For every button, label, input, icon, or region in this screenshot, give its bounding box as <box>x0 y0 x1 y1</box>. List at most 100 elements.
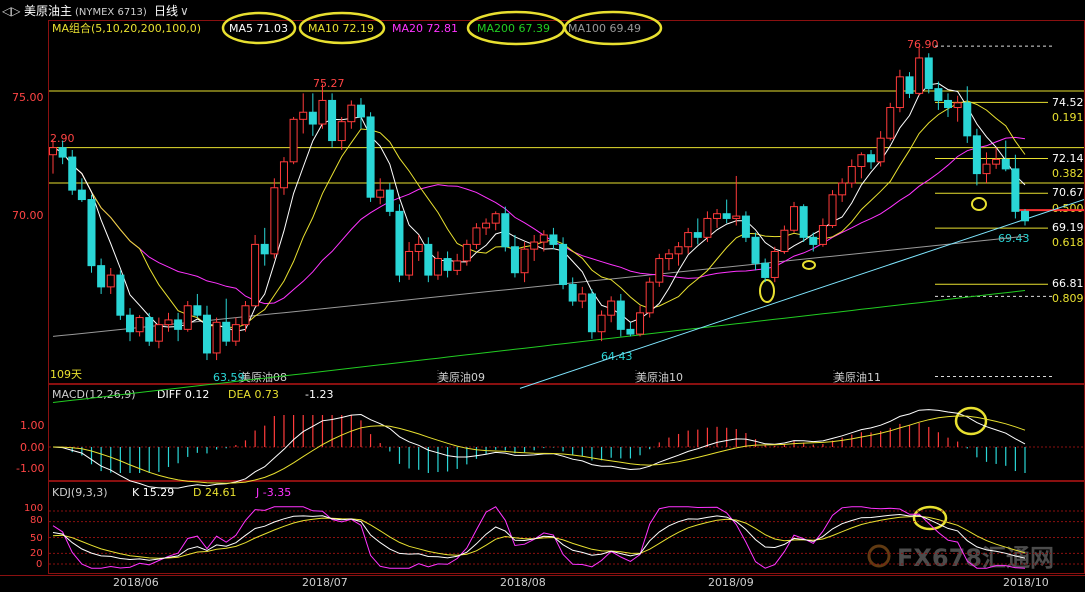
kdj-d-value: D 24.61 <box>193 486 236 499</box>
month-marker-10: 美原油10 <box>636 370 683 384</box>
candle-body <box>703 217 712 238</box>
kdj-title[interactable]: KDJ(9,3,3) <box>52 486 108 499</box>
kdj-panel: KDJ(9,3,3) K 15.29 D 24.61 J -3.35 100 8… <box>24 486 948 570</box>
candle-body <box>1021 210 1029 222</box>
candle-body <box>847 166 856 184</box>
candle-body <box>164 319 173 326</box>
candle-body <box>597 314 606 333</box>
candle-body <box>559 243 568 286</box>
candle-body <box>934 88 943 101</box>
macd-dea-value: DEA 0.73 <box>228 388 279 401</box>
annotation-75-27: 75.27 <box>313 77 345 90</box>
candle-body <box>876 137 885 163</box>
candle-body <box>433 258 442 276</box>
candle-body <box>924 57 933 90</box>
back-nav-icon[interactable]: ◁▷ <box>1 4 21 18</box>
x-tick-1: 2018/07 <box>302 576 348 589</box>
candle-body <box>732 215 741 219</box>
candle-body <box>308 111 317 125</box>
candle-body <box>49 147 57 156</box>
candle-body <box>693 232 702 238</box>
fib-price-4: 69.19 <box>1052 221 1084 234</box>
ma100-label: MA100 69.49 <box>568 22 641 35</box>
candle-body <box>453 260 462 271</box>
macd-macd-value: -1.23 <box>305 388 333 401</box>
candle-body <box>607 300 616 316</box>
candle-body <box>97 265 106 288</box>
kdj-tick-50: 50 <box>30 533 43 544</box>
candle-body <box>751 236 760 264</box>
candle-body <box>260 243 269 255</box>
macd-panel: MACD(12,26,9) DIFF 0.12 DEA 0.73 -1.23 1… <box>16 388 988 475</box>
candle-body <box>799 206 808 238</box>
ma10-label: MA10 72.19 <box>308 22 374 35</box>
candle-body <box>328 99 337 142</box>
candle-body <box>318 99 327 125</box>
month-marker-11: 美原油11 <box>834 370 881 384</box>
candle-body <box>231 324 240 342</box>
instrument-code: (NYMEX 6713) <box>75 7 147 18</box>
period-selector[interactable]: 日线 <box>154 4 178 18</box>
annotation-76-90: 76.90 <box>907 38 939 51</box>
candle-body <box>212 321 221 354</box>
candle-body <box>867 154 876 163</box>
candle-body <box>818 225 827 245</box>
candle-body <box>895 76 904 109</box>
candle-body <box>87 199 96 267</box>
candle-body <box>520 248 529 274</box>
candle-body <box>915 57 924 94</box>
candle-body <box>790 206 799 231</box>
price-series <box>49 45 1085 403</box>
candle-body <box>289 118 298 163</box>
candle-body <box>443 258 452 271</box>
macd-tick-neg1: -1.00 <box>16 462 44 475</box>
candle-body <box>953 102 962 109</box>
candle-body <box>992 158 1001 165</box>
candle-body <box>347 104 356 123</box>
candle-body <box>616 300 625 330</box>
month-separators <box>239 370 835 383</box>
candle-body <box>684 232 693 248</box>
x-tick-2: 2018/08 <box>500 576 546 589</box>
watermark-text: FX678汇通网 <box>897 544 1054 572</box>
candle-body <box>886 107 895 139</box>
candle-body <box>539 234 548 243</box>
candle-body <box>982 163 991 175</box>
candle-body <box>780 229 789 252</box>
candle-body <box>578 293 587 302</box>
candle-body <box>549 234 558 245</box>
candle-body <box>77 189 86 201</box>
fib-price-2: 72.14 <box>1052 152 1084 165</box>
fib-price-5: 66.81 <box>1052 277 1084 290</box>
candle-body <box>462 243 471 262</box>
month-marker-09: 美原油09 <box>438 370 485 384</box>
fib-ratio-1: 0.191 <box>1052 111 1084 124</box>
candle-body <box>713 213 722 219</box>
candle-body <box>356 104 365 118</box>
candle-body <box>1011 168 1020 212</box>
oil-chart-canvas[interactable]: ◁▷ 美原油主 (NYMEX 6713) 日线 ∨ MA组合(5,10,20,2… <box>0 0 1085 592</box>
days-count-label: 109天 <box>50 368 82 381</box>
candle-body <box>963 102 972 137</box>
candle-body <box>174 319 183 330</box>
candle-body <box>587 293 596 333</box>
candle-body <box>636 312 645 335</box>
ma-group-label[interactable]: MA组合(5,10,20,200,100,0) <box>52 21 201 35</box>
candle-body <box>809 236 818 245</box>
ma5-line <box>52 82 1026 332</box>
candle-body <box>510 246 519 274</box>
candle-body <box>125 314 134 333</box>
candle-body <box>202 314 211 354</box>
candle-body <box>58 147 67 158</box>
candle-body <box>972 135 981 175</box>
x-tick-4: 2018/10 <box>1003 576 1049 589</box>
candle-body <box>857 154 866 168</box>
instrument-name: 美原油主 <box>24 4 72 18</box>
candle-body <box>154 324 163 342</box>
chevron-down-icon[interactable]: ∨ <box>180 4 189 18</box>
y-tick-70: 70.00 <box>12 209 44 222</box>
candle-body <box>222 321 231 342</box>
candle-body <box>299 111 308 120</box>
title-bar: ◁▷ 美原油主 (NYMEX 6713) 日线 ∨ <box>1 4 189 18</box>
candle-body <box>251 243 260 307</box>
